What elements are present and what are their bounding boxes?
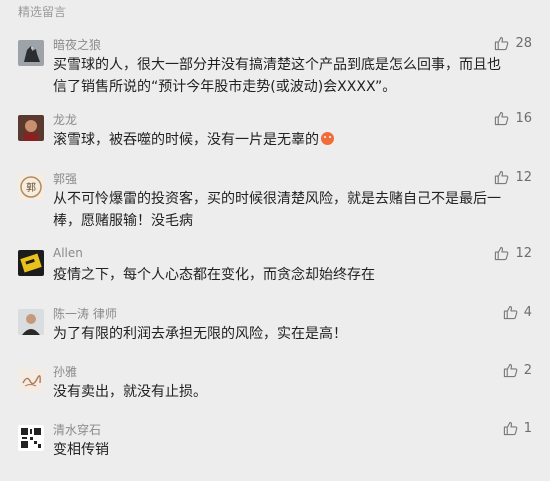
angry-face-emoji-icon <box>321 132 334 145</box>
commenter-name[interactable]: 郭强 <box>53 170 77 187</box>
comment-item: 孙雅 2 没有卖出，就没有止损。 <box>0 363 550 423</box>
like-count: 16 <box>515 111 532 126</box>
thumbs-up-icon <box>503 363 518 378</box>
comment-text: 滚雪球，被吞噬的时候，没有一片是无辜的 <box>53 129 501 151</box>
comment-text: 为了有限的利润去承担无限的风险，实在是高！ <box>53 326 347 342</box>
avatar[interactable] <box>18 425 44 451</box>
comment-item: 郭 郭强 12 从不可怜爆雷的投资客，买的时候很清楚风险，就是去赌自己不是最后一… <box>0 170 550 230</box>
commenter-name[interactable]: 暗夜之狼 <box>53 36 101 53</box>
thumbs-up-icon <box>495 111 509 126</box>
avatar[interactable]: 郭 <box>18 174 44 200</box>
comment-text: 疫情之下，每个人心态都在变化，而贪念却始终存在 <box>53 267 375 283</box>
like-count: 2 <box>523 363 532 378</box>
comment-text: 变相传销 <box>53 442 109 458</box>
comment-item: 陈一涛 律师 4 为了有限的利润去承担无限的风险，实在是高！ <box>0 305 550 365</box>
like-button[interactable]: 1 <box>503 421 532 436</box>
commenter-name[interactable]: 孙雅 <box>53 363 77 380</box>
thumbs-up-icon <box>495 246 509 261</box>
thumbs-up-icon <box>495 36 509 51</box>
like-button[interactable]: 28 <box>494 36 532 51</box>
avatar[interactable] <box>18 309 44 335</box>
like-count: 1 <box>523 421 532 436</box>
like-button[interactable]: 2 <box>503 363 532 378</box>
thumbs-up-icon <box>503 421 518 436</box>
commenter-name[interactable]: Allen <box>53 246 83 260</box>
comment-text: 从不可怜爆雷的投资客，买的时候很清楚风险，就是去赌自己不是最后一棒，愿赌服输！没… <box>53 191 501 229</box>
svg-text:郭: 郭 <box>26 181 36 194</box>
comment-item: Allen 12 疫情之下，每个人心态都在变化，而贪念却始终存在 <box>0 246 550 306</box>
section-title: 精选留言 <box>18 5 67 19</box>
like-count: 4 <box>523 305 532 320</box>
commenter-name[interactable]: 清水穿石 <box>53 421 101 438</box>
thumbs-up-icon <box>503 305 518 320</box>
avatar[interactable] <box>18 367 44 393</box>
comment-item: 暗夜之狼 28 买雪球的人，很大一部分并没有搞清楚这个产品到底是怎么回事，而且也… <box>0 36 550 96</box>
like-count: 12 <box>515 170 532 185</box>
like-button[interactable]: 4 <box>503 305 532 320</box>
commenter-name[interactable]: 陈一涛 律师 <box>53 305 117 322</box>
like-count: 12 <box>515 246 532 261</box>
like-button[interactable]: 12 <box>494 246 532 261</box>
like-button[interactable]: 16 <box>494 111 532 126</box>
comment-text: 买雪球的人，很大一部分并没有搞清楚这个产品到底是怎么回事，而且也信了销售所说的“… <box>53 57 501 95</box>
avatar[interactable] <box>18 250 44 276</box>
like-count: 28 <box>515 36 532 51</box>
avatar[interactable] <box>18 115 44 141</box>
comment-text: 没有卖出，就没有止损。 <box>53 384 207 400</box>
comment-text-body: 滚雪球，被吞噬的时候，没有一片是无辜的 <box>53 132 319 148</box>
comment-item: 龙龙 16 滚雪球，被吞噬的时候，没有一片是无辜的 <box>0 111 550 171</box>
comment-item: 清水穿石 1 变相传销 <box>0 421 550 481</box>
avatar[interactable] <box>18 40 44 66</box>
thumbs-up-icon <box>495 170 509 185</box>
like-button[interactable]: 12 <box>494 170 532 185</box>
commenter-name[interactable]: 龙龙 <box>53 111 77 128</box>
